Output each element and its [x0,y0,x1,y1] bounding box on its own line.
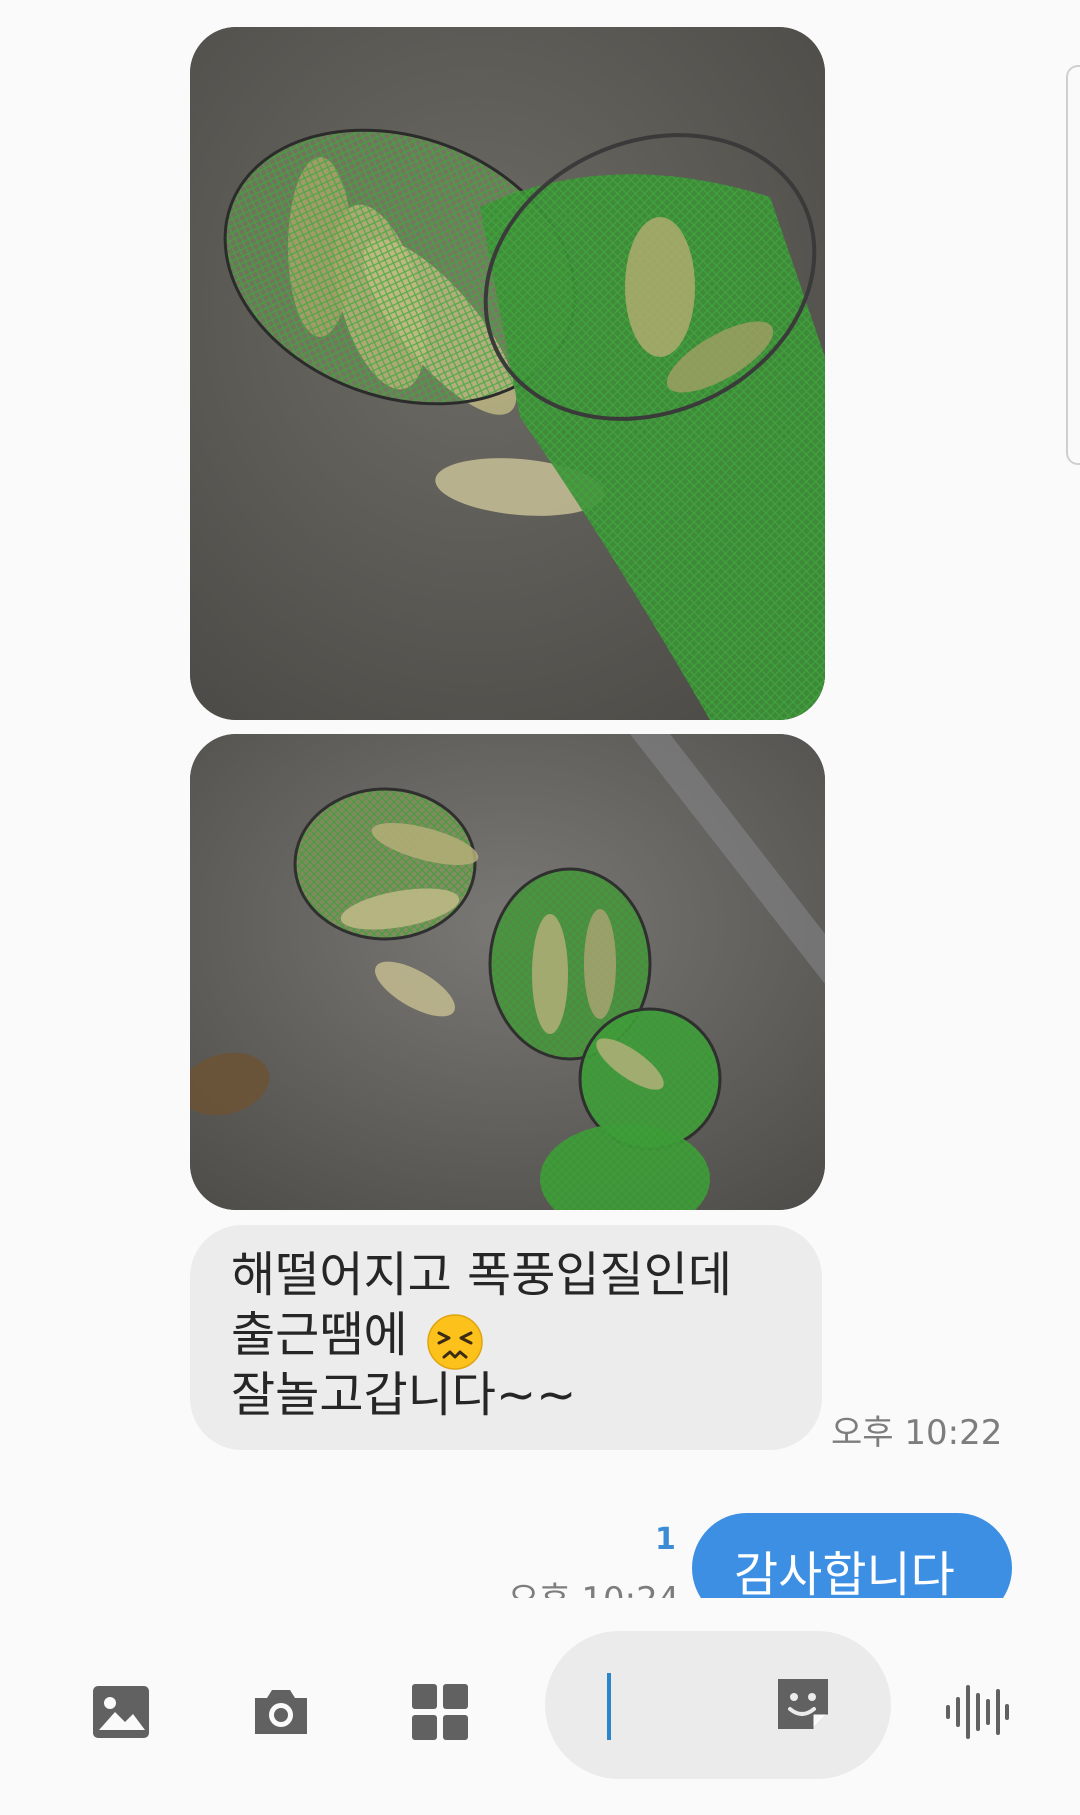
scroll-handle[interactable] [1066,65,1080,465]
incoming-message-bubble[interactable]: 해떨어지고 폭풍입질인데 출근땜에 잘놀고갑니다~~ [190,1225,822,1450]
message-input[interactable] [545,1631,891,1779]
unread-count: 1 [655,1522,676,1557]
image-attachment-2[interactable] [190,734,825,1210]
text-cursor [607,1673,611,1740]
camera-icon [255,1690,307,1734]
incoming-message-time: 오후 10:22 [831,1413,1003,1453]
more-apps-icon [412,1684,468,1740]
compose-toolbar [0,1614,1080,1815]
image-attachment-1[interactable] [190,27,825,720]
gallery-icon [93,1686,149,1738]
voice-record-button[interactable] [936,1672,1016,1752]
gallery-button[interactable] [81,1672,161,1752]
message-list-bottom-edge [0,1598,1080,1614]
camera-button[interactable] [241,1672,321,1752]
voice-record-icon [946,1685,1009,1739]
persevering-face-emoji [427,1314,483,1370]
more-apps-button[interactable] [400,1672,480,1752]
outgoing-message-text: 감사합니다 [734,1547,955,1603]
sticker-icon[interactable] [770,1671,836,1737]
